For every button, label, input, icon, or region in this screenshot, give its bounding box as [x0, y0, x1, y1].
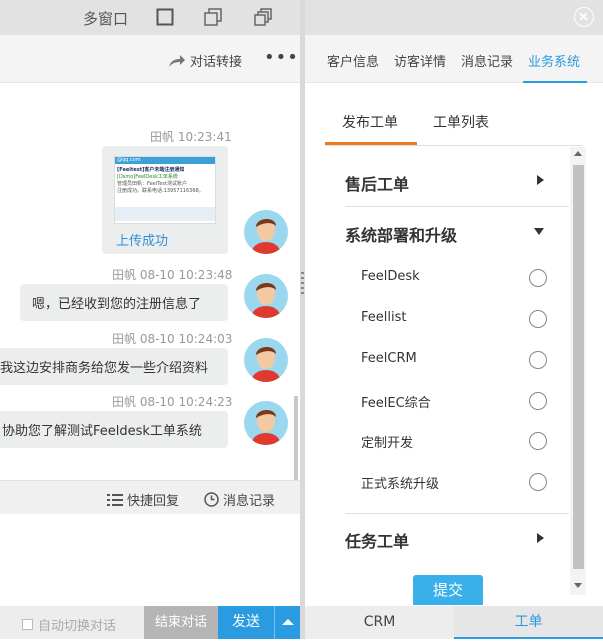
share-arrow-icon	[169, 54, 185, 67]
section-after-sales[interactable]: 售后工单	[345, 171, 409, 195]
end-chat-button[interactable]: 结束对话	[144, 606, 218, 639]
quick-reply-label: 快捷回复	[127, 494, 180, 509]
tab-message-records[interactable]: 消息记录	[461, 51, 513, 70]
radio-system-upgrade[interactable]	[529, 473, 547, 491]
message-bubble: 我这边安排商务给您发一些介绍资料	[0, 348, 228, 385]
radio-feelec[interactable]	[529, 392, 547, 410]
tab-ticket-list[interactable]: 工单列表	[433, 112, 489, 132]
tab-crm[interactable]: CRM	[305, 606, 454, 639]
quick-action-bar: 快捷回复 消息记录	[0, 480, 300, 514]
avatar	[244, 401, 288, 445]
section-divider	[345, 206, 569, 207]
right-tab-bar: 客户信息 访客详情 消息记录 业务系统	[305, 35, 603, 83]
tab-visitor-details[interactable]: 访客详情	[394, 51, 446, 70]
send-options-button[interactable]	[274, 606, 300, 639]
message-history-button[interactable]: 消息记录	[204, 490, 275, 509]
message-timestamp: 田帆 08-10 10:23:48	[112, 268, 233, 282]
close-icon	[579, 12, 588, 21]
tab-ticket[interactable]: 工单	[454, 606, 603, 639]
subtab-indicator	[325, 142, 417, 145]
section-system-deploy[interactable]: 系统部署和升级	[345, 222, 457, 246]
list-icon	[107, 493, 123, 506]
tab-business-system[interactable]: 业务系统	[528, 51, 580, 70]
section-divider	[345, 513, 569, 514]
image-line-2: 管理员田帆：FeelTest测试账户	[117, 181, 187, 187]
upload-status: 上传成功	[116, 234, 169, 249]
scroll-down-icon[interactable]	[574, 583, 582, 588]
ticket-form: 售后工单 系统部署和升级 FeelDesk Feellist FeelCRM F…	[325, 147, 587, 605]
agent-avatar-icon	[252, 346, 280, 382]
clock-icon	[204, 492, 219, 507]
form-scrollbar[interactable]	[570, 147, 586, 595]
chat-bottom-bar: 自动切换对话 结束对话 发送	[0, 606, 300, 639]
submit-button[interactable]: 提交	[413, 575, 483, 605]
tab-publish-ticket[interactable]: 发布工单	[342, 112, 398, 132]
option-feelcrm[interactable]: FeelCRM	[361, 351, 417, 366]
maximize-icon[interactable]	[156, 8, 174, 26]
caret-right-icon[interactable]	[537, 533, 544, 543]
scroll-up-icon[interactable]	[574, 151, 582, 156]
option-feeldesk[interactable]: FeelDesk	[361, 269, 420, 284]
window-titlebar: 多窗口	[0, 0, 300, 35]
chat-toolbar: 对话转接 •••	[0, 35, 300, 83]
radio-feellist[interactable]	[529, 310, 547, 328]
chat-scrollbar[interactable]	[294, 396, 298, 480]
message-timestamp: 田帆 08-10 10:24:23	[112, 395, 233, 409]
message-bubble: 嗯，已经收到您的注册信息了	[20, 284, 228, 321]
message-bubble: 协助您了解测试Feeldesk工单系统	[0, 411, 228, 448]
caret-right-icon[interactable]	[537, 175, 544, 185]
avatar	[244, 338, 288, 382]
avatar	[244, 210, 288, 254]
close-button[interactable]	[574, 7, 594, 27]
multi-window-label: 多窗口	[83, 10, 129, 28]
transfer-button[interactable]: 对话转接	[168, 51, 242, 70]
message-timestamp: 田帆 08-10 10:24:03	[112, 332, 233, 346]
option-feelec[interactable]: FeelEC综合	[361, 392, 431, 411]
more-options-icon[interactable]: •••	[264, 47, 299, 68]
auto-switch-label: 自动切换对话	[38, 619, 117, 634]
transfer-label: 对话转接	[190, 55, 243, 70]
option-feellist[interactable]: Feellist	[361, 310, 406, 325]
message-history-label: 消息记录	[223, 494, 276, 509]
auto-switch-toggle[interactable]: 自动切换对话	[22, 615, 116, 634]
tab-customer-info[interactable]: 客户信息	[327, 51, 379, 70]
message-timestamp: 田帆 10:23:41	[150, 130, 232, 144]
right-titlebar	[305, 0, 603, 35]
message-list: 田帆 10:23:41 @qq.com [Feeltest]客户未端注册通知 […	[0, 84, 300, 480]
radio-feeldesk[interactable]	[529, 269, 547, 287]
section-task[interactable]: 任务工单	[345, 528, 409, 552]
agent-avatar-icon	[252, 409, 280, 445]
image-email-line: @qq.com	[115, 157, 215, 164]
quick-reply-button[interactable]: 快捷回复	[107, 490, 179, 509]
caret-up-icon	[282, 619, 294, 625]
radio-custom-dev[interactable]	[529, 432, 547, 450]
caret-down-icon[interactable]	[534, 228, 544, 235]
cascade-window-icon[interactable]	[254, 8, 272, 26]
auto-switch-checkbox[interactable]	[22, 619, 33, 630]
right-bottom-tabs: CRM 工单	[305, 606, 603, 639]
ticket-subtabs: 发布工单 工单列表	[325, 84, 583, 146]
scrollbar-thumb[interactable]	[573, 165, 584, 569]
image-attachment[interactable]: @qq.com [Feeltest]客户未端注册通知 [Dsmo]FeelDes…	[114, 156, 216, 224]
radio-feelcrm[interactable]	[529, 351, 547, 369]
chat-panel: 多窗口 对话转接 ••• 田帆 10:23:41 @qq.com [Feelte…	[0, 0, 300, 639]
restore-window-icon[interactable]	[204, 8, 222, 26]
option-custom-dev[interactable]: 定制开发	[361, 432, 413, 451]
image-line-3: 注册成功。联系电话:13957116368。	[117, 188, 204, 194]
image-line-1: [Dsmo]FeelDesk工单系统	[117, 174, 178, 180]
image-message-bubble: @qq.com [Feeltest]客户未端注册通知 [Dsmo]FeelDes…	[102, 146, 228, 254]
send-button[interactable]: 发送	[218, 606, 274, 639]
image-title-line: [Feeltest]客户未端注册通知	[117, 167, 185, 173]
business-panel: 客户信息 访客详情 消息记录 业务系统 发布工单 工单列表 售后工单 系统部署和…	[305, 0, 603, 639]
avatar	[244, 274, 288, 318]
agent-avatar-icon	[252, 218, 280, 254]
active-tab-indicator	[523, 81, 587, 83]
agent-avatar-icon	[252, 282, 280, 318]
option-system-upgrade[interactable]: 正式系统升级	[361, 473, 439, 492]
